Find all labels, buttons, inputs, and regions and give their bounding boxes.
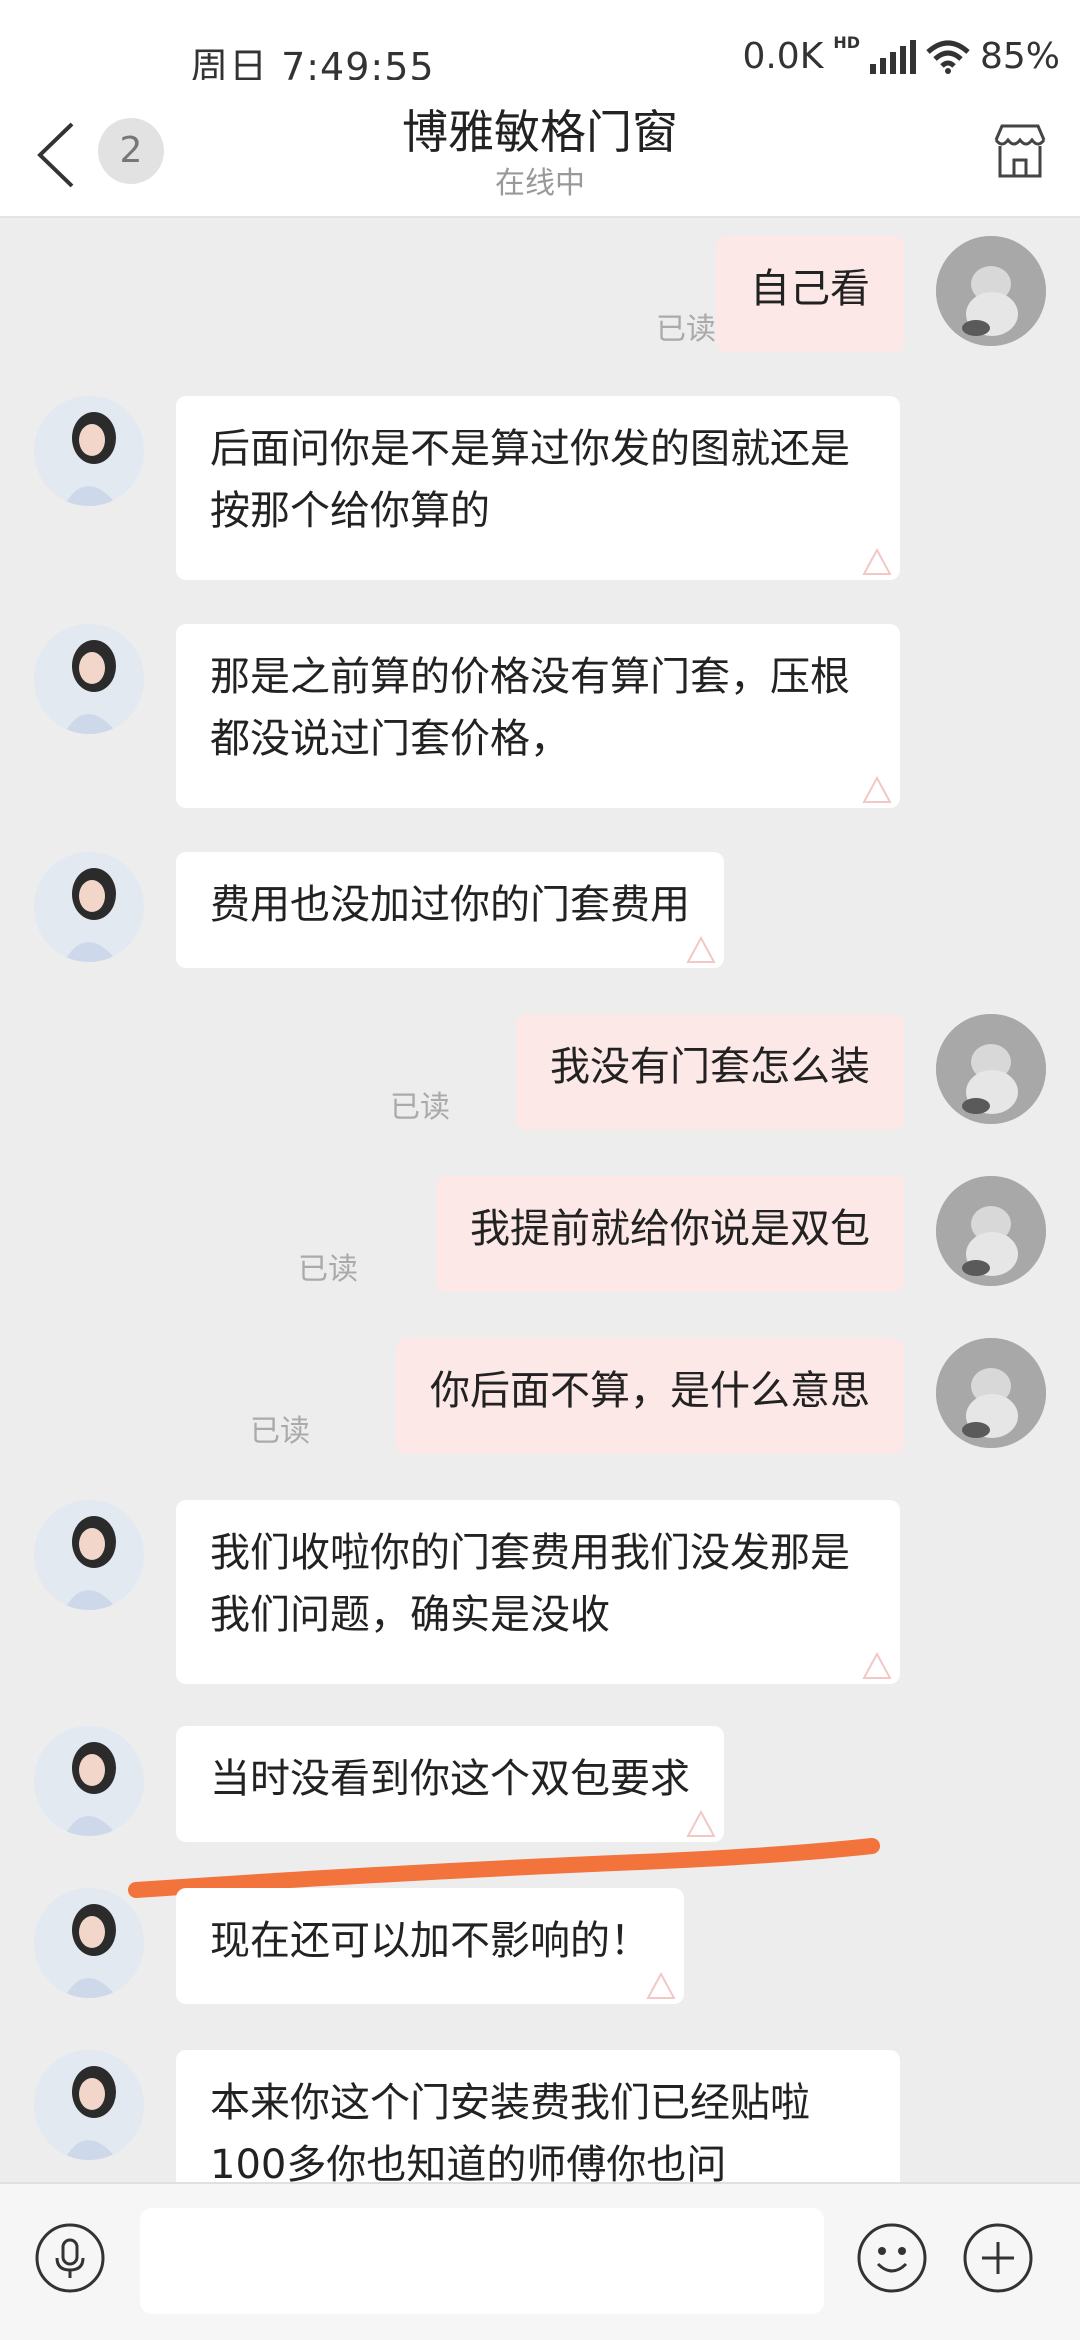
voice-input-icon[interactable] — [34, 2222, 106, 2294]
message-bubble-out[interactable]: 我提前就给你说是双包 — [436, 1176, 904, 1292]
net-speed: 0.0K — [742, 36, 824, 77]
my-avatar[interactable] — [936, 1176, 1046, 1286]
read-receipt: 已读 — [390, 1090, 450, 1125]
message-text: 本来你这个门安装费我们已经贴啦100多你也知道的师傅你也问 — [210, 2080, 810, 2188]
message-bubble-out[interactable]: 你后面不算，是什么意思 — [396, 1338, 904, 1454]
seller-avatar[interactable] — [34, 1500, 144, 1610]
read-receipt: 已读 — [656, 312, 716, 347]
my-avatar[interactable] — [936, 1014, 1046, 1124]
store-icon[interactable] — [988, 118, 1052, 182]
message-bubble-in[interactable]: 现在还可以加不影响的！ — [176, 1888, 684, 2004]
chat-title: 博雅敏格门窗 — [402, 105, 678, 159]
message-text: 我们收啦你的门套费用我们没发那是我们问题，确实是没收 — [210, 1530, 850, 1638]
message-text: 你后面不算，是什么意思 — [430, 1368, 870, 1414]
seller-avatar[interactable] — [34, 1726, 144, 1836]
message-text: 自己看 — [750, 266, 870, 312]
watermark-icon — [686, 935, 716, 963]
battery-level: 85% — [979, 36, 1060, 77]
message-text: 我提前就给你说是双包 — [470, 1206, 870, 1252]
online-status: 在线中 — [495, 166, 585, 201]
message-text: 那是之前算的价格没有算门套，压根都没说过门套价格， — [210, 654, 850, 762]
message-input[interactable] — [140, 2208, 824, 2314]
status-indicators: 0.0K HD 85% — [742, 33, 1060, 77]
message-text: 当时没看到你这个双包要求 — [210, 1756, 690, 1802]
signal-icon — [869, 39, 916, 74]
watermark-icon — [646, 1971, 676, 1999]
input-bar — [0, 2182, 1080, 2340]
my-avatar[interactable] — [936, 236, 1046, 346]
message-bubble-in[interactable]: 费用也没加过你的门套费用 — [176, 852, 724, 968]
seller-avatar[interactable] — [34, 1888, 144, 1998]
message-bubble-out[interactable]: 自己看 — [716, 236, 904, 352]
message-text: 后面问你是不是算过你发的图就还是按那个给你算的 — [210, 426, 850, 534]
read-receipt: 已读 — [298, 1252, 358, 1287]
net-type: HD — [833, 33, 860, 52]
watermark-icon — [686, 1809, 716, 1837]
seller-avatar[interactable] — [34, 624, 144, 734]
message-bubble-in[interactable]: 我们收啦你的门套费用我们没发那是我们问题，确实是没收 — [176, 1500, 900, 1684]
message-text: 费用也没加过你的门套费用 — [210, 882, 690, 928]
watermark-icon — [862, 775, 892, 803]
message-text: 现在还可以加不影响的！ — [210, 1918, 650, 1964]
chat-header: 2 博雅敏格门窗 在线中 — [0, 80, 1080, 218]
message-bubble-in[interactable]: 那是之前算的价格没有算门套，压根都没说过门套价格， — [176, 624, 900, 808]
message-text: 我没有门套怎么装 — [550, 1044, 870, 1090]
my-avatar[interactable] — [936, 1338, 1046, 1448]
emoji-icon[interactable] — [856, 2222, 928, 2294]
watermark-icon — [862, 547, 892, 575]
seller-avatar[interactable] — [34, 852, 144, 962]
wifi-icon — [926, 40, 970, 74]
add-more-icon[interactable] — [962, 2222, 1034, 2294]
message-bubble-in[interactable]: 后面问你是不是算过你发的图就还是按那个给你算的 — [176, 396, 900, 580]
message-bubble-in[interactable]: 当时没看到你这个双包要求 — [176, 1726, 724, 1842]
watermark-icon — [862, 1651, 892, 1679]
message-bubble-out[interactable]: 我没有门套怎么装 — [516, 1014, 904, 1130]
seller-avatar[interactable] — [34, 2050, 144, 2160]
seller-avatar[interactable] — [34, 396, 144, 506]
read-receipt: 已读 — [250, 1414, 310, 1449]
